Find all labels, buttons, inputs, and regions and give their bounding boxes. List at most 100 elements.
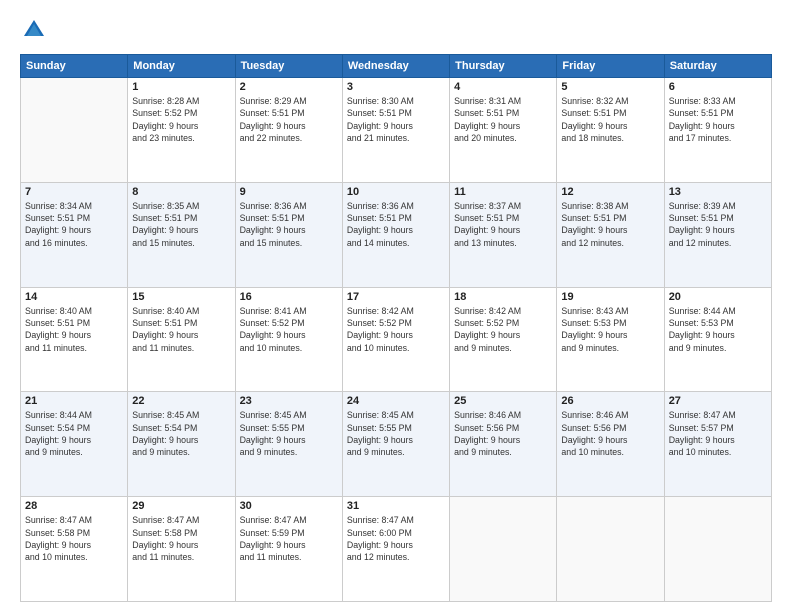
day-number: 13 — [669, 186, 767, 198]
day-number: 22 — [132, 395, 230, 407]
day-number: 7 — [25, 186, 123, 198]
calendar-cell: 18 Sunrise: 8:42 AMSunset: 5:52 PMDayligh… — [450, 287, 557, 392]
day-info: Sunrise: 8:31 AMSunset: 5:51 PMDaylight:… — [454, 95, 552, 144]
calendar-cell: 20Sunrise: 8:44 AMSunset: 5:53 PMDayligh… — [664, 287, 771, 392]
day-info: Sunrise: 8:38 AMSunset: 5:51 PMDaylight:… — [561, 200, 659, 249]
calendar-cell: 22Sunrise: 8:45 AMSunset: 5:54 PMDayligh… — [128, 392, 235, 497]
day-info: Sunrise: 8:35 AMSunset: 5:51 PMDaylight:… — [132, 200, 230, 249]
calendar-cell: 27Sunrise: 8:47 AMSunset: 5:57 PMDayligh… — [664, 392, 771, 497]
calendar-cell: 31 Sunrise: 8:47 AMSunset: 6:00 PMDayligh… — [342, 497, 449, 602]
day-number: 6 — [669, 81, 767, 93]
day-info: Sunrise: 8:36 AMSunset: 5:51 PMDaylight:… — [347, 200, 445, 249]
calendar-cell: 9Sunrise: 8:36 AMSunset: 5:51 PMDaylight… — [235, 182, 342, 287]
calendar-cell: 12Sunrise: 8:38 AMSunset: 5:51 PMDayligh… — [557, 182, 664, 287]
calendar-cell: 5Sunrise: 8:32 AMSunset: 5:51 PMDaylight… — [557, 78, 664, 183]
calendar-week-row: 14 Sunrise: 8:40 AMSunset: 5:51 PMDayligh… — [21, 287, 772, 392]
day-info: Sunrise: 8:47 AMSunset: 6:00 PMDaylight:… — [347, 514, 445, 563]
day-info: Sunrise: 8:47 AMSunset: 5:59 PMDaylight:… — [240, 514, 338, 563]
day-number: 4 — [454, 81, 552, 93]
logo-icon — [20, 16, 48, 44]
day-info: Sunrise: 8:41 AMSunset: 5:52 PMDaylight:… — [240, 305, 338, 354]
page: SundayMondayTuesdayWednesdayThursdayFrid… — [0, 0, 792, 612]
day-number: 15 — [132, 291, 230, 303]
day-number: 20 — [669, 291, 767, 303]
day-info: Sunrise: 8:43 AMSunset: 5:53 PMDaylight:… — [561, 305, 659, 354]
day-info: Sunrise: 8:47 AMSunset: 5:58 PMDaylight:… — [132, 514, 230, 563]
day-number: 17 — [347, 291, 445, 303]
calendar-cell: 28Sunrise: 8:47 AMSunset: 5:58 PMDayligh… — [21, 497, 128, 602]
day-number: 21 — [25, 395, 123, 407]
day-info: Sunrise: 8:42 AMSunset: 5:52 PMDaylight:… — [347, 305, 445, 354]
calendar-week-row: 1 Sunrise: 8:28 AMSunset: 5:52 PMDaylight… — [21, 78, 772, 183]
weekday-header-sunday: Sunday — [21, 55, 128, 78]
calendar-cell: 1 Sunrise: 8:28 AMSunset: 5:52 PMDaylight… — [128, 78, 235, 183]
calendar-cell: 25Sunrise: 8:46 AMSunset: 5:56 PMDayligh… — [450, 392, 557, 497]
day-number: 25 — [454, 395, 552, 407]
day-number: 1 — [132, 81, 230, 93]
calendar-cell: 2 Sunrise: 8:29 AMSunset: 5:51 PMDaylight… — [235, 78, 342, 183]
calendar-week-row: 28Sunrise: 8:47 AMSunset: 5:58 PMDayligh… — [21, 497, 772, 602]
day-number: 24 — [347, 395, 445, 407]
day-number: 30 — [240, 500, 338, 512]
day-number: 11 — [454, 186, 552, 198]
calendar-cell: 15 Sunrise: 8:40 AMSunset: 5:51 PMDayligh… — [128, 287, 235, 392]
calendar-cell — [450, 497, 557, 602]
calendar-cell: 16 Sunrise: 8:41 AMSunset: 5:52 PMDayligh… — [235, 287, 342, 392]
day-info: Sunrise: 8:29 AMSunset: 5:51 PMDaylight:… — [240, 95, 338, 144]
day-number: 23 — [240, 395, 338, 407]
calendar-week-row: 7 Sunrise: 8:34 AMSunset: 5:51 PMDaylight… — [21, 182, 772, 287]
weekday-header-friday: Friday — [557, 55, 664, 78]
day-number: 26 — [561, 395, 659, 407]
day-info: Sunrise: 8:40 AMSunset: 5:51 PMDaylight:… — [25, 305, 123, 354]
day-number: 18 — [454, 291, 552, 303]
day-info: Sunrise: 8:47 AMSunset: 5:58 PMDaylight:… — [25, 514, 123, 563]
calendar-cell: 17 Sunrise: 8:42 AMSunset: 5:52 PMDayligh… — [342, 287, 449, 392]
calendar-cell — [21, 78, 128, 183]
day-number: 14 — [25, 291, 123, 303]
calendar-cell: 6 Sunrise: 8:33 AMSunset: 5:51 PMDaylight… — [664, 78, 771, 183]
calendar-cell: 3 Sunrise: 8:30 AMSunset: 5:51 PMDaylight… — [342, 78, 449, 183]
day-info: Sunrise: 8:34 AMSunset: 5:51 PMDaylight:… — [25, 200, 123, 249]
day-info: Sunrise: 8:33 AMSunset: 5:51 PMDaylight:… — [669, 95, 767, 144]
day-number: 2 — [240, 81, 338, 93]
calendar-cell — [664, 497, 771, 602]
day-number: 16 — [240, 291, 338, 303]
calendar-header-row: SundayMondayTuesdayWednesdayThursdayFrid… — [21, 55, 772, 78]
weekday-header-tuesday: Tuesday — [235, 55, 342, 78]
calendar-cell: 13 Sunrise: 8:39 AMSunset: 5:51 PMDayligh… — [664, 182, 771, 287]
day-number: 31 — [347, 500, 445, 512]
day-number: 10 — [347, 186, 445, 198]
day-info: Sunrise: 8:46 AMSunset: 5:56 PMDaylight:… — [561, 409, 659, 458]
day-number: 29 — [132, 500, 230, 512]
calendar-cell: 11 Sunrise: 8:37 AMSunset: 5:51 PMDayligh… — [450, 182, 557, 287]
day-info: Sunrise: 8:45 AMSunset: 5:55 PMDaylight:… — [240, 409, 338, 458]
day-number: 5 — [561, 81, 659, 93]
day-info: Sunrise: 8:42 AMSunset: 5:52 PMDaylight:… — [454, 305, 552, 354]
day-info: Sunrise: 8:47 AMSunset: 5:57 PMDaylight:… — [669, 409, 767, 458]
day-number: 3 — [347, 81, 445, 93]
calendar-cell: 21 Sunrise: 8:44 AMSunset: 5:54 PMDayligh… — [21, 392, 128, 497]
day-info: Sunrise: 8:30 AMSunset: 5:51 PMDaylight:… — [347, 95, 445, 144]
day-info: Sunrise: 8:36 AMSunset: 5:51 PMDaylight:… — [240, 200, 338, 249]
weekday-header-monday: Monday — [128, 55, 235, 78]
weekday-header-saturday: Saturday — [664, 55, 771, 78]
day-info: Sunrise: 8:40 AMSunset: 5:51 PMDaylight:… — [132, 305, 230, 354]
calendar-cell: 19Sunrise: 8:43 AMSunset: 5:53 PMDayligh… — [557, 287, 664, 392]
calendar-cell — [557, 497, 664, 602]
day-info: Sunrise: 8:44 AMSunset: 5:54 PMDaylight:… — [25, 409, 123, 458]
weekday-header-wednesday: Wednesday — [342, 55, 449, 78]
calendar-cell: 24Sunrise: 8:45 AMSunset: 5:55 PMDayligh… — [342, 392, 449, 497]
day-info: Sunrise: 8:28 AMSunset: 5:52 PMDaylight:… — [132, 95, 230, 144]
day-info: Sunrise: 8:39 AMSunset: 5:51 PMDaylight:… — [669, 200, 767, 249]
day-info: Sunrise: 8:37 AMSunset: 5:51 PMDaylight:… — [454, 200, 552, 249]
calendar-cell: 7 Sunrise: 8:34 AMSunset: 5:51 PMDaylight… — [21, 182, 128, 287]
calendar-cell: 10 Sunrise: 8:36 AMSunset: 5:51 PMDayligh… — [342, 182, 449, 287]
calendar-cell: 23 Sunrise: 8:45 AMSunset: 5:55 PMDayligh… — [235, 392, 342, 497]
day-number: 8 — [132, 186, 230, 198]
calendar-cell: 26 Sunrise: 8:46 AMSunset: 5:56 PMDayligh… — [557, 392, 664, 497]
calendar-cell: 29 Sunrise: 8:47 AMSunset: 5:58 PMDayligh… — [128, 497, 235, 602]
calendar-cell: 30 Sunrise: 8:47 AMSunset: 5:59 PMDayligh… — [235, 497, 342, 602]
weekday-header-thursday: Thursday — [450, 55, 557, 78]
logo — [20, 16, 52, 44]
calendar-cell: 4 Sunrise: 8:31 AMSunset: 5:51 PMDaylight… — [450, 78, 557, 183]
